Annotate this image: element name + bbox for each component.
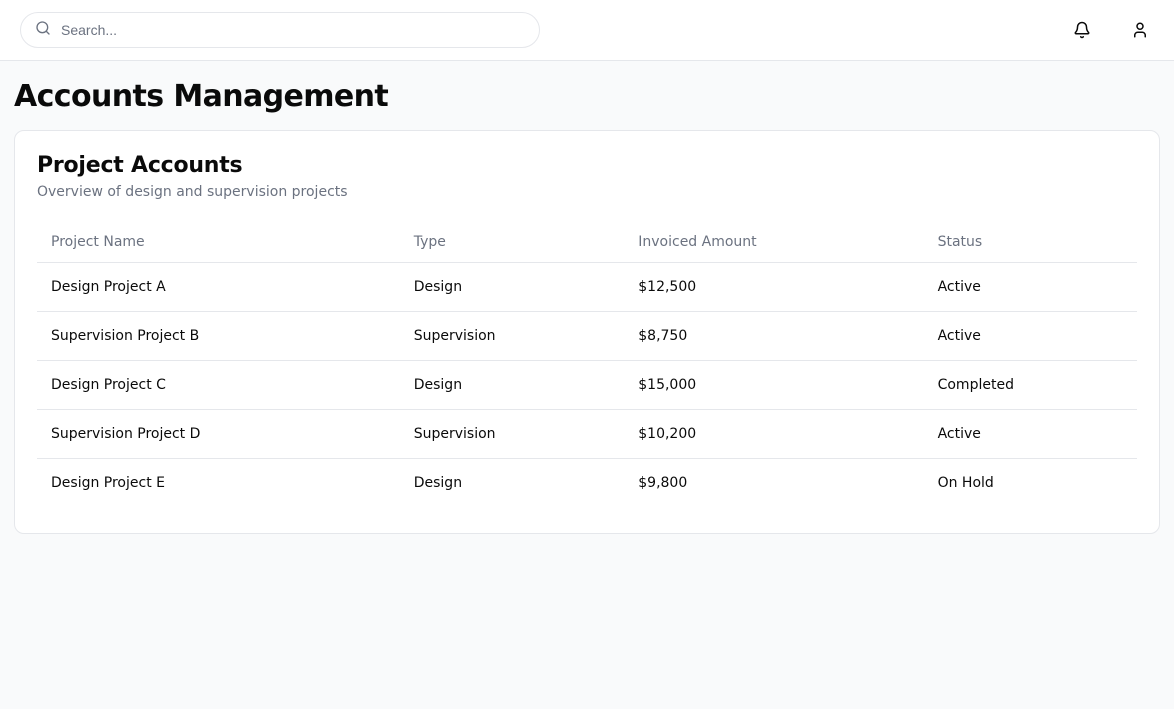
project-accounts-card: Project Accounts Overview of design and … <box>14 130 1160 534</box>
cell-project-name: Supervision Project B <box>37 312 400 361</box>
projects-table: Project Name Type Invoiced Amount Status… <box>37 222 1137 507</box>
table-header-row: Project Name Type Invoiced Amount Status <box>37 222 1137 263</box>
cell-status: On Hold <box>924 459 1137 508</box>
cell-status: Completed <box>924 361 1137 410</box>
search-input[interactable] <box>61 22 525 38</box>
cell-invoiced-amount: $9,800 <box>624 459 923 508</box>
cell-invoiced-amount: $15,000 <box>624 361 923 410</box>
page: Accounts Management Project Accounts Ove… <box>0 61 1174 709</box>
search-wrap <box>20 12 540 48</box>
cell-status: Active <box>924 410 1137 459</box>
table-row: Design Project A Design $12,500 Active <box>37 263 1137 312</box>
cell-type: Supervision <box>400 312 625 361</box>
card-subtitle: Overview of design and supervision proje… <box>37 184 1137 200</box>
user-avatar-icon[interactable] <box>1126 16 1154 44</box>
topbar-actions <box>1068 16 1154 44</box>
card-title: Project Accounts <box>37 153 1137 178</box>
cell-project-name: Supervision Project D <box>37 410 400 459</box>
col-project-name: Project Name <box>37 222 400 263</box>
table-row: Supervision Project B Supervision $8,750… <box>37 312 1137 361</box>
col-status: Status <box>924 222 1137 263</box>
search-icon <box>35 20 51 40</box>
table-row: Design Project C Design $15,000 Complete… <box>37 361 1137 410</box>
cell-invoiced-amount: $10,200 <box>624 410 923 459</box>
col-invoiced-amount: Invoiced Amount <box>624 222 923 263</box>
cell-type: Design <box>400 361 625 410</box>
table-row: Design Project E Design $9,800 On Hold <box>37 459 1137 508</box>
cell-invoiced-amount: $8,750 <box>624 312 923 361</box>
cell-status: Active <box>924 312 1137 361</box>
cell-status: Active <box>924 263 1137 312</box>
search-field[interactable] <box>20 12 540 48</box>
table-row: Supervision Project D Supervision $10,20… <box>37 410 1137 459</box>
cell-project-name: Design Project C <box>37 361 400 410</box>
topbar <box>0 0 1174 61</box>
col-type: Type <box>400 222 625 263</box>
cell-invoiced-amount: $12,500 <box>624 263 923 312</box>
cell-project-name: Design Project A <box>37 263 400 312</box>
cell-project-name: Design Project E <box>37 459 400 508</box>
page-title: Accounts Management <box>14 79 1160 114</box>
cell-type: Design <box>400 263 625 312</box>
cell-type: Supervision <box>400 410 625 459</box>
notification-bell-icon[interactable] <box>1068 16 1096 44</box>
cell-type: Design <box>400 459 625 508</box>
